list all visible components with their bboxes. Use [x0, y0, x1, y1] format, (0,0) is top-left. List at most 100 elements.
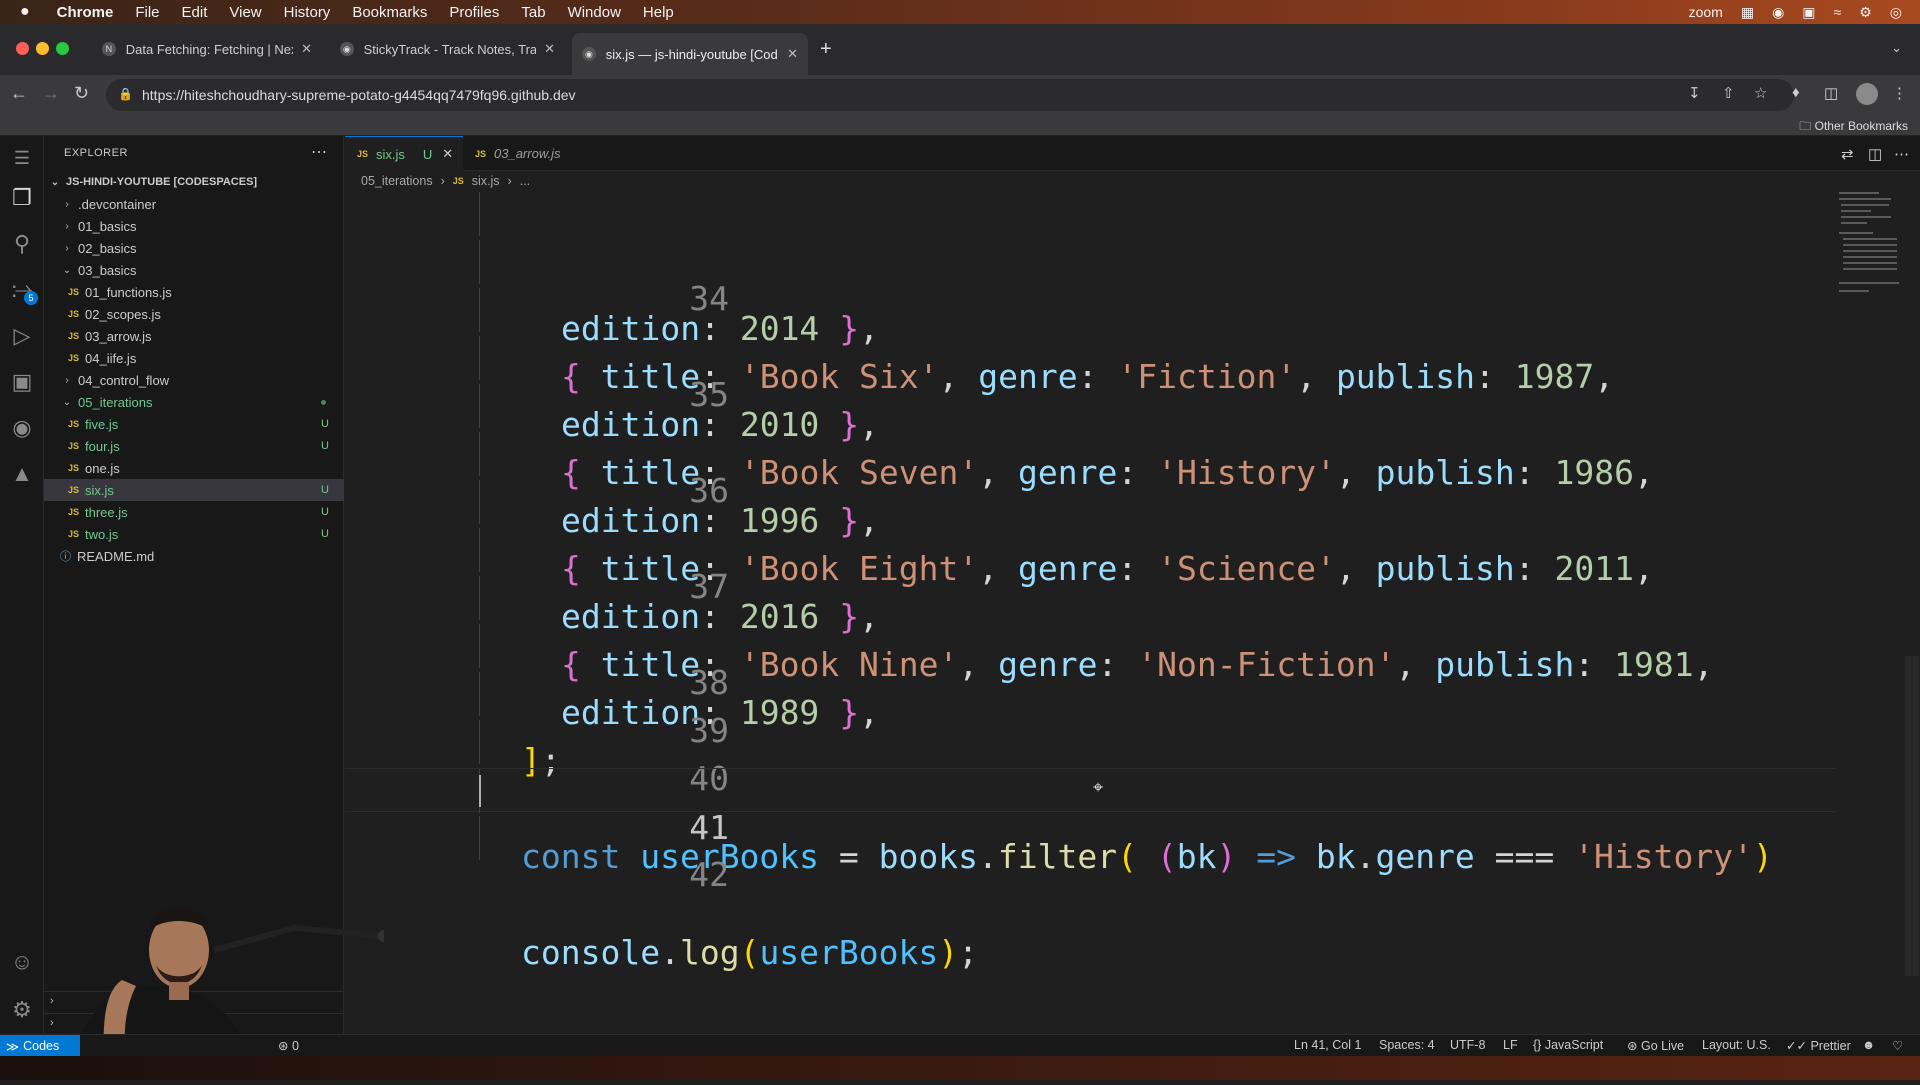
forward-arrow-icon[interactable]: →: [42, 83, 60, 104]
line-ending[interactable]: LF: [1503, 1038, 1518, 1052]
folder-devcontainer[interactable]: › .devcontainer: [44, 193, 344, 215]
profile-avatar[interactable]: [1856, 83, 1878, 105]
apple-menu-icon[interactable]: ●: [0, 3, 46, 21]
share-icon[interactable]: ⇧: [1722, 84, 1735, 102]
file-01-functions[interactable]: JS 01_functions.js: [44, 281, 344, 303]
browser-tab-sixjs[interactable]: ◉ six.js — js-hindi-youtube [Cod ✕: [572, 33, 808, 75]
file-03-arrow[interactable]: JS 03_arrow.js: [44, 325, 344, 347]
widgets-icon[interactable]: ▦: [1741, 4, 1754, 21]
folder-icon: 🗀: [1799, 119, 1812, 133]
extensions-icon[interactable]: ▣: [0, 360, 44, 404]
accounts-icon[interactable]: ☺: [0, 940, 44, 984]
messenger-icon[interactable]: ◉: [1772, 4, 1784, 21]
menu-view[interactable]: View: [218, 4, 272, 21]
explorer-more-icon[interactable]: ⋯: [311, 142, 327, 162]
file-one[interactable]: JS one.js: [44, 457, 344, 479]
folder-02-basics[interactable]: › 02_basics: [44, 237, 344, 259]
explorer-files-icon[interactable]: ❐: [0, 176, 44, 220]
menu-profiles[interactable]: Profiles: [438, 4, 510, 21]
close-tab-icon[interactable]: ✕: [301, 41, 312, 57]
menu-file[interactable]: File: [124, 4, 170, 21]
menu-app-name[interactable]: Chrome: [46, 4, 125, 21]
browser-tab-nextjs[interactable]: N Data Fetching: Fetching | Next ✕: [92, 33, 322, 65]
breadcrumb-folder[interactable]: 05_iterations: [361, 174, 433, 188]
browser-tab-stickytrack[interactable]: ◉ StickyTrack - Track Notes, Trac ✕: [330, 33, 565, 65]
tab-search-chevron-icon[interactable]: ⌄: [1891, 40, 1902, 56]
window-close-button[interactable]: [16, 42, 29, 55]
file-readme[interactable]: ⓘ README.md: [44, 545, 344, 567]
file-02-scopes[interactable]: JS 02_scopes.js: [44, 303, 344, 325]
keyboard-layout[interactable]: Layout: U.S.: [1702, 1038, 1771, 1052]
settings-gear-icon[interactable]: ⚙: [0, 988, 44, 1032]
chrome-menu-icon[interactable]: ⋮: [1892, 84, 1907, 102]
file-six[interactable]: JS six.js U: [44, 479, 344, 501]
close-tab-icon[interactable]: ✕: [544, 41, 555, 57]
new-tab-icon[interactable]: +: [820, 38, 832, 61]
menu-tab[interactable]: Tab: [510, 4, 556, 21]
minimap[interactable]: [1835, 192, 1905, 322]
open-changes-icon[interactable]: ⇄: [1841, 145, 1854, 163]
code-editor[interactable]: edition: 2014 }, 34 { title: 'Book Six',…: [345, 192, 1835, 992]
address-bar[interactable]: 🔒 https://hiteshchoudhary-supreme-potato…: [106, 79, 1794, 111]
prettier-status[interactable]: ✓✓ Prettier: [1786, 1038, 1851, 1053]
zoom-status-item[interactable]: zoom: [1689, 4, 1723, 20]
bookmark-star-icon[interactable]: ☆: [1754, 84, 1767, 102]
editor-more-icon[interactable]: ⋯: [1894, 145, 1909, 163]
folder-04-control-flow[interactable]: › 04_control_flow: [44, 369, 344, 391]
file-04-iife[interactable]: JS 04_iife.js: [44, 347, 344, 369]
siri-icon[interactable]: ◎: [1890, 4, 1902, 21]
notifications-bell-icon[interactable]: ♡: [1892, 1038, 1903, 1053]
cursor-position[interactable]: Ln 41, Col 1: [1294, 1038, 1361, 1052]
breadcrumb-symbol[interactable]: ...: [520, 174, 530, 188]
nextjs-favicon-icon: N: [102, 42, 116, 56]
menu-bookmarks[interactable]: Bookmarks: [341, 4, 438, 21]
folder-03-basics[interactable]: ⌄ 03_basics: [44, 259, 344, 281]
file-four[interactable]: JS four.js U: [44, 435, 344, 457]
close-tab-icon[interactable]: ✕: [787, 46, 798, 62]
control-center-icon[interactable]: ⚙: [1859, 4, 1872, 21]
screen-record-icon[interactable]: ▣: [1802, 4, 1815, 21]
editor-tab-03-arrow[interactable]: JS 03_arrow.js: [463, 136, 593, 171]
menu-history[interactable]: History: [273, 4, 342, 21]
window-minimize-button[interactable]: [36, 42, 49, 55]
back-arrow-icon[interactable]: ←: [10, 83, 28, 104]
install-app-icon[interactable]: ↧: [1688, 84, 1701, 102]
file-three[interactable]: JS three.js U: [44, 501, 344, 523]
close-tab-icon[interactable]: ✕: [442, 146, 453, 162]
ports-indicator[interactable]: ⊛ 0: [278, 1038, 299, 1053]
remote-indicator[interactable]: ≫ Codes: [0, 1035, 80, 1057]
file-five[interactable]: JS five.js U: [44, 413, 344, 435]
source-control-icon[interactable]: ⧴ 5: [0, 268, 44, 312]
docker-icon[interactable]: ▲: [0, 452, 44, 496]
workspace-root[interactable]: ⌄ JS-HINDI-YOUTUBE [CODESPACES]: [44, 171, 344, 193]
menu-edit[interactable]: Edit: [171, 4, 219, 21]
folder-01-basics[interactable]: › 01_basics: [44, 215, 344, 237]
lock-icon[interactable]: 🔒: [118, 87, 133, 101]
search-icon[interactable]: ⚲: [0, 222, 44, 266]
javascript-file-icon: JS: [357, 149, 369, 159]
editor-scrollbar[interactable]: [1905, 656, 1919, 976]
split-editor-icon[interactable]: ◫: [1868, 145, 1882, 163]
folder-05-iterations[interactable]: ⌄ 05_iterations: [44, 391, 344, 413]
menu-window[interactable]: Window: [557, 4, 632, 21]
menu-help[interactable]: Help: [632, 4, 685, 21]
breadcrumb-file[interactable]: six.js: [472, 174, 500, 188]
feedback-icon[interactable]: ☻: [1862, 1038, 1875, 1052]
other-bookmarks-folder[interactable]: 🗀 Other Bookmarks: [1799, 117, 1908, 138]
broadcast-icon: ⊛: [1627, 1039, 1638, 1053]
window-zoom-button[interactable]: [56, 42, 69, 55]
editor-tab-six-js[interactable]: JS six.js U ✕: [345, 136, 463, 171]
indentation[interactable]: Spaces: 4: [1379, 1038, 1435, 1052]
side-panel-icon[interactable]: ◫: [1824, 84, 1838, 102]
wifi-icon[interactable]: ≈: [1834, 4, 1842, 20]
file-two[interactable]: JS two.js U: [44, 523, 344, 545]
encoding[interactable]: UTF-8: [1450, 1038, 1485, 1052]
hamburger-menu-icon[interactable]: ☰: [0, 136, 44, 180]
extensions-puzzle-icon[interactable]: ♦: [1792, 84, 1800, 101]
run-debug-icon[interactable]: ▷: [0, 314, 44, 358]
reload-icon[interactable]: ↻: [74, 83, 89, 104]
go-live-button[interactable]: ⊛ Go Live: [1627, 1038, 1684, 1053]
language-mode[interactable]: {} JavaScript: [1533, 1038, 1603, 1052]
javascript-file-icon: JS: [68, 529, 80, 539]
github-icon[interactable]: ◉: [0, 406, 44, 450]
